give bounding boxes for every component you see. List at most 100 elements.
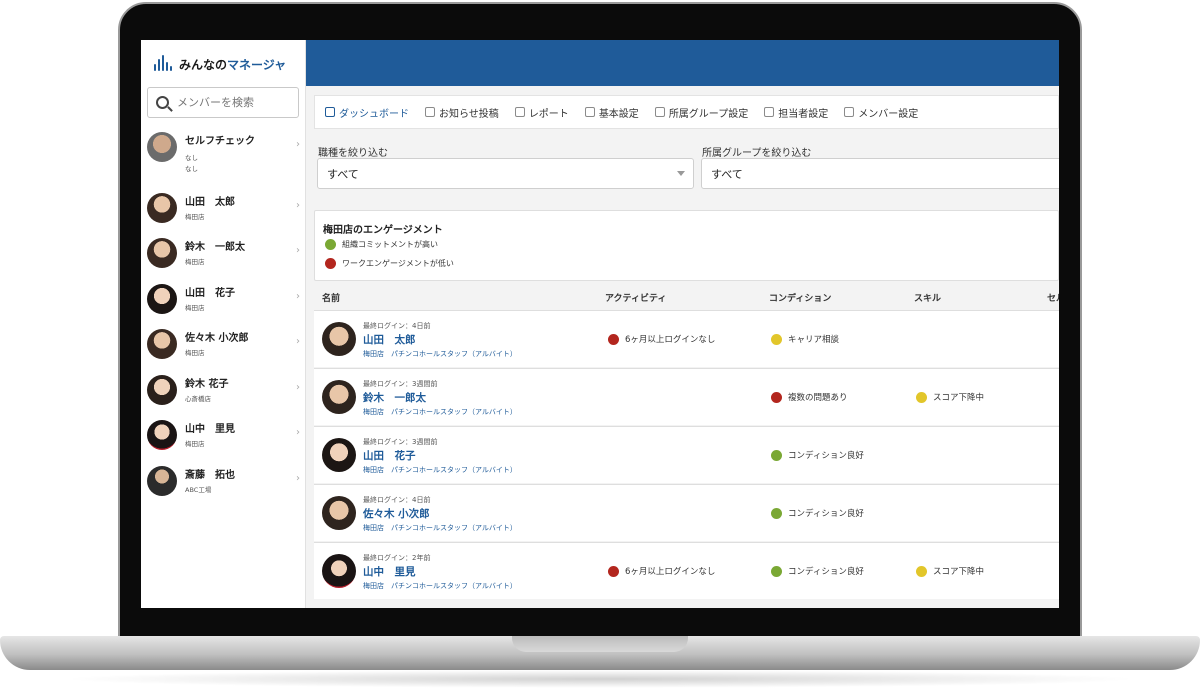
- condition-status: コンディション良好: [771, 507, 864, 519]
- avatar: [322, 322, 356, 356]
- skill-status: スコア下降中: [916, 391, 984, 403]
- table-row[interactable]: 最終ログイン：2年前 山中 里見 梅田店 パチンコホールスタッフ（アルバイト） …: [314, 542, 1059, 599]
- condition-status: 複数の問題あり: [771, 391, 848, 403]
- column-header-condition: コンディション: [769, 294, 832, 304]
- sidebar-member[interactable]: 佐々木 小次郎 梅田店 ›: [141, 325, 306, 369]
- member-search-input[interactable]: [177, 96, 287, 109]
- logo-waveform-icon: [153, 55, 173, 73]
- avatar: [322, 554, 356, 588]
- avatar: [147, 466, 177, 496]
- nav-basic-settings[interactable]: 基本設定: [584, 105, 639, 120]
- red-dot-icon: [771, 391, 782, 403]
- member-sub: 梅田店: [185, 213, 205, 221]
- job-filter-select[interactable]: すべて: [317, 158, 694, 189]
- red-dot-icon: [325, 258, 336, 269]
- table-header: 名前 アクティビティ コンディション スキル セル: [314, 284, 1059, 310]
- member-sub: 梅田店: [185, 304, 205, 312]
- sidebar-member[interactable]: 斎藤 拓也 ABC工場 ›: [141, 462, 306, 506]
- member-name-link[interactable]: 山中 里見: [363, 564, 416, 579]
- sidebar-member[interactable]: 山中 里見 梅田店 ›: [141, 416, 306, 460]
- nav-group-settings[interactable]: 所属グループ設定: [654, 105, 748, 120]
- gear-icon: [844, 107, 855, 117]
- gear-icon: [764, 107, 775, 117]
- member-sub: 梅田店: [185, 349, 205, 357]
- gear-icon: [584, 107, 595, 117]
- search-icon: [156, 96, 169, 109]
- member-name-link[interactable]: 山田 花子: [363, 448, 416, 463]
- avatar: [147, 132, 177, 162]
- condition-status: コンディション良好: [771, 565, 864, 577]
- laptop-notch: [512, 636, 688, 652]
- sidebar-member[interactable]: 鈴木 一郎太 梅田店 ›: [141, 234, 306, 278]
- avatar: [147, 238, 177, 268]
- chevron-right-icon: ›: [296, 336, 300, 347]
- nav-announcement[interactable]: お知らせ投稿: [425, 105, 499, 120]
- activity-status: 6ヶ月以上ログインなし: [608, 565, 715, 577]
- nav-manager-settings[interactable]: 担当者設定: [764, 105, 828, 120]
- nav-member-settings[interactable]: メンバー設定: [844, 105, 918, 120]
- green-dot-icon: [771, 507, 782, 519]
- green-dot-icon: [771, 565, 782, 577]
- laptop-mockup: みんなのマネージャ セルフチェック なし なし › 山田 太郎 梅田店 ›: [0, 0, 1200, 698]
- member-name: 鈴木 一郎太: [185, 242, 245, 253]
- column-header-name: 名前: [322, 294, 341, 304]
- member-name: 山田 太郎: [185, 197, 235, 208]
- avatar: [322, 438, 356, 472]
- member-name: セルフチェック: [185, 136, 255, 147]
- member-sub: 梅田店: [185, 258, 205, 266]
- sidebar: みんなのマネージャ セルフチェック なし なし › 山田 太郎 梅田店 ›: [141, 40, 306, 608]
- column-header-activity: アクティビティ: [605, 294, 667, 304]
- logo-text: みんなのマネージャ: [179, 57, 287, 72]
- avatar: [147, 284, 177, 314]
- group-filter-select[interactable]: すべて: [701, 158, 1059, 189]
- engagement-card: 梅田店のエンゲージメント 組織コミットメントが高い ワークエンゲージメントが低い: [314, 210, 1059, 281]
- green-dot-icon: [771, 449, 782, 461]
- yellow-dot-icon: [916, 391, 927, 403]
- avatar: [147, 329, 177, 359]
- avatar: [147, 420, 177, 450]
- member-name: 佐々木 小次郎: [185, 333, 249, 344]
- sidebar-member-self-check[interactable]: セルフチェック なし なし ›: [141, 128, 306, 173]
- member-name-link[interactable]: 山田 太郎: [363, 332, 416, 347]
- member-name-link[interactable]: 佐々木 小次郎: [363, 506, 430, 521]
- avatar: [322, 380, 356, 414]
- engagement-title: 梅田店のエンゲージメント: [323, 225, 443, 236]
- legend-item-commitment: 組織コミットメントが高い: [325, 239, 438, 250]
- member-name: 鈴木 花子: [185, 379, 229, 390]
- red-dot-icon: [608, 333, 619, 345]
- member-sub: 梅田店: [185, 440, 205, 448]
- dropdown-arrow-icon: [677, 171, 685, 176]
- sidebar-member[interactable]: 鈴木 花子 心斎橋店 ›: [141, 371, 306, 415]
- member-sub: ABC工場: [185, 486, 212, 494]
- table-row[interactable]: 最終ログイン：4日前 山田 太郎 梅田店 パチンコホールスタッフ（アルバイト） …: [314, 310, 1059, 367]
- yellow-dot-icon: [916, 565, 927, 577]
- report-icon: [514, 107, 525, 117]
- main-nav: ダッシュボード お知らせ投稿 レポート 基本設定 所属グループ設定 担当者設定: [314, 95, 1059, 129]
- skill-status: スコア下降中: [916, 565, 984, 577]
- nav-report[interactable]: レポート: [514, 105, 569, 120]
- chevron-right-icon: ›: [296, 291, 300, 302]
- member-name-link[interactable]: 鈴木 一郎太: [363, 390, 426, 405]
- table-row[interactable]: 最終ログイン：3週間前 鈴木 一郎太 梅田店 パチンコホールスタッフ（アルバイト…: [314, 368, 1059, 425]
- chevron-right-icon: ›: [296, 473, 300, 484]
- member-name: 斎藤 拓也: [185, 470, 235, 481]
- app-logo[interactable]: みんなのマネージャ: [153, 52, 286, 76]
- column-header-skill: スキル: [914, 294, 942, 304]
- member-search[interactable]: [147, 87, 299, 118]
- sidebar-member[interactable]: 山田 花子 梅田店 ›: [141, 280, 306, 324]
- member-sub: 心斎橋店: [185, 395, 211, 403]
- chevron-right-icon: ›: [296, 139, 300, 150]
- sidebar-member[interactable]: 山田 太郎 梅田店 ›: [141, 189, 306, 233]
- nav-dashboard[interactable]: ダッシュボード: [325, 105, 409, 120]
- condition-status: コンディション良好: [771, 449, 864, 461]
- column-header-extra: セル: [1047, 294, 1059, 304]
- green-dot-icon: [325, 239, 336, 250]
- top-header-bar: [306, 40, 1059, 86]
- member-sub: なし: [185, 154, 198, 162]
- chevron-right-icon: ›: [296, 427, 300, 438]
- chart-icon: [325, 107, 335, 117]
- table-row[interactable]: 最終ログイン：3週間前 山田 花子 梅田店 パチンコホールスタッフ（アルバイト）…: [314, 426, 1059, 483]
- table-row[interactable]: 最終ログイン：4日前 佐々木 小次郎 梅田店 パチンコホールスタッフ（アルバイト…: [314, 484, 1059, 541]
- member-sub: なし: [185, 165, 198, 173]
- job-filter-label: 職種を絞り込む: [318, 148, 388, 159]
